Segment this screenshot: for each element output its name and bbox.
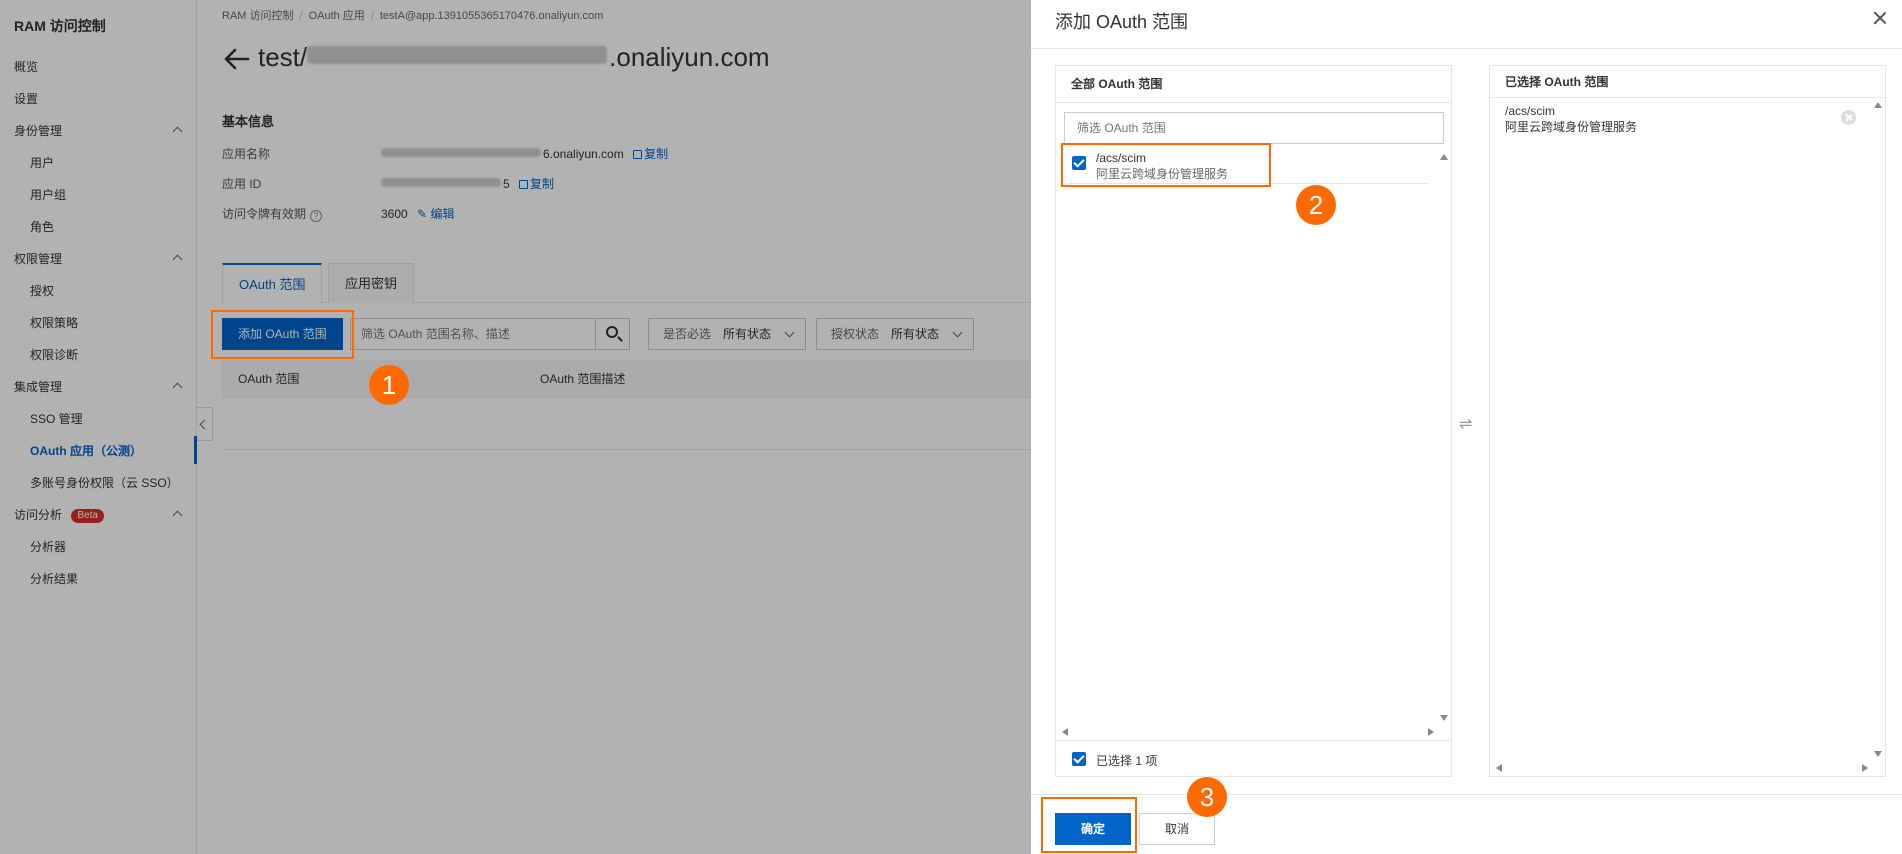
vertical-scrollbar[interactable] bbox=[1438, 152, 1450, 724]
callout-highlight-2 bbox=[1061, 143, 1271, 187]
divider bbox=[1031, 48, 1902, 49]
callout-highlight-1 bbox=[211, 310, 354, 359]
divider bbox=[1031, 794, 1902, 795]
panel-title: 全部 OAuth 范围 bbox=[1056, 66, 1451, 103]
select-all-checkbox[interactable] bbox=[1072, 752, 1086, 766]
add-oauth-scope-drawer: 添加 OAuth 范围 全部 OAuth 范围 /acs/scim 阿里云跨域身… bbox=[1031, 0, 1902, 854]
scope-name: /acs/scim bbox=[1505, 104, 1556, 118]
cancel-button[interactable]: 取消 bbox=[1139, 813, 1215, 845]
callout-badge-3: 3 bbox=[1187, 777, 1227, 817]
scroll-down-icon[interactable] bbox=[1440, 715, 1448, 721]
selected-count: 已选择 1 项 bbox=[1096, 754, 1158, 768]
callout-badge-2: 2 bbox=[1296, 185, 1336, 225]
scope-filter-input[interactable] bbox=[1065, 113, 1443, 143]
scroll-left-icon[interactable] bbox=[1062, 728, 1068, 736]
transfer-icon: ⇌ bbox=[1459, 416, 1473, 433]
scroll-down-icon[interactable] bbox=[1874, 751, 1882, 757]
selected-scopes-panel: 已选择 OAuth 范围 /acs/scim 阿里云跨域身份管理服务 bbox=[1489, 65, 1886, 777]
close-icon[interactable] bbox=[1872, 10, 1888, 26]
remove-item-icon[interactable] bbox=[1841, 110, 1856, 125]
vertical-scrollbar[interactable] bbox=[1872, 100, 1884, 760]
scroll-left-icon[interactable] bbox=[1496, 764, 1502, 772]
scroll-up-icon[interactable] bbox=[1874, 102, 1882, 108]
panel-footer: 已选择 1 项 bbox=[1056, 740, 1451, 776]
scroll-right-icon[interactable] bbox=[1862, 764, 1868, 772]
scroll-right-icon[interactable] bbox=[1428, 728, 1434, 736]
scope-description: 阿里云跨域身份管理服务 bbox=[1505, 120, 1638, 134]
callout-highlight-3 bbox=[1041, 797, 1137, 853]
scroll-up-icon[interactable] bbox=[1440, 154, 1448, 160]
scope-filter bbox=[1064, 112, 1444, 144]
panel-title: 已选择 OAuth 范围 bbox=[1490, 66, 1885, 98]
callout-badge-1: 1 bbox=[369, 365, 409, 405]
drawer-title: 添加 OAuth 范围 bbox=[1055, 12, 1189, 32]
